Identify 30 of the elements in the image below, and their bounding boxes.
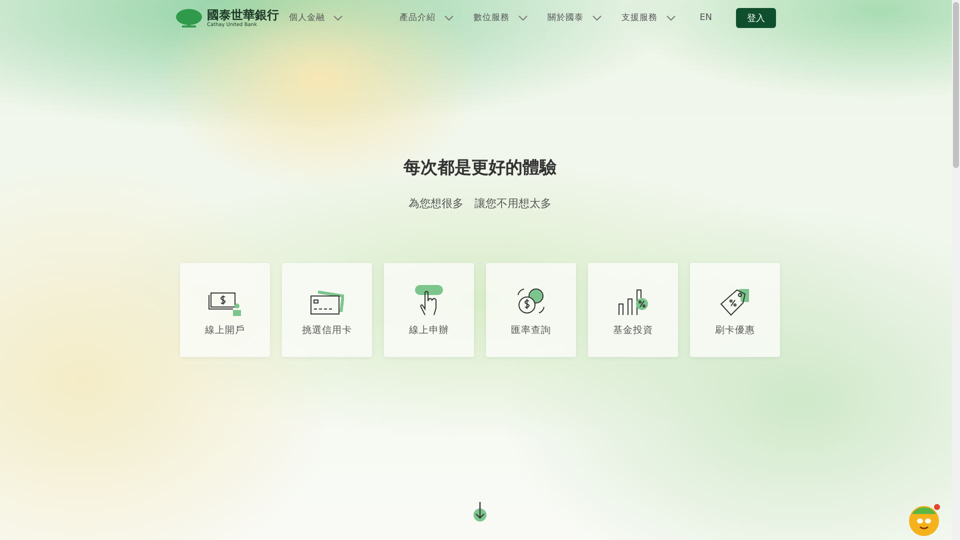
chevron-down-icon [666, 15, 676, 21]
hero-title: 每次都是更好的體驗 [404, 157, 556, 179]
segment-menu[interactable]: 個人金融 [289, 12, 351, 24]
scroll-down-icon[interactable] [473, 502, 487, 522]
service-card[interactable]: 挑選信用卡 [282, 263, 372, 357]
price-tag-icon [719, 286, 751, 316]
cash-person-icon [208, 290, 242, 316]
chevron-down-icon [333, 15, 343, 21]
chevron-down-icon [444, 15, 454, 21]
service-card[interactable]: 基金投資 [588, 263, 678, 357]
tree-logo-icon [176, 8, 202, 28]
service-card[interactable]: 匯率查詢 [486, 263, 576, 357]
service-card[interactable]: 刷卡優惠 [690, 263, 780, 357]
chatbot-mascot-icon[interactable] [908, 502, 942, 536]
nav-menu[interactable]: 支援服務 [614, 12, 684, 24]
chevron-down-icon [518, 15, 528, 21]
credit-card-icon [310, 290, 344, 316]
service-card[interactable]: 線上開戶 [180, 263, 270, 357]
coins-exchange-icon [515, 286, 547, 316]
nav-menu[interactable]: 產品介紹 [392, 12, 462, 24]
hero-subtitle: 為您想很多 讓您不用想太多 [408, 196, 552, 211]
service-card[interactable]: 線上申辦 [384, 263, 474, 357]
scrollbar[interactable] [952, 0, 960, 540]
bank-name: 國泰世華銀行 [207, 8, 279, 20]
language-link[interactable]: EN [692, 13, 720, 23]
chevron-down-icon [592, 15, 602, 21]
login-button[interactable]: 登入 [736, 8, 776, 28]
nav-menu[interactable]: 關於國泰 [540, 12, 610, 24]
finger-tap-icon [414, 284, 444, 316]
nav-menu[interactable]: 數位服務 [466, 12, 536, 24]
